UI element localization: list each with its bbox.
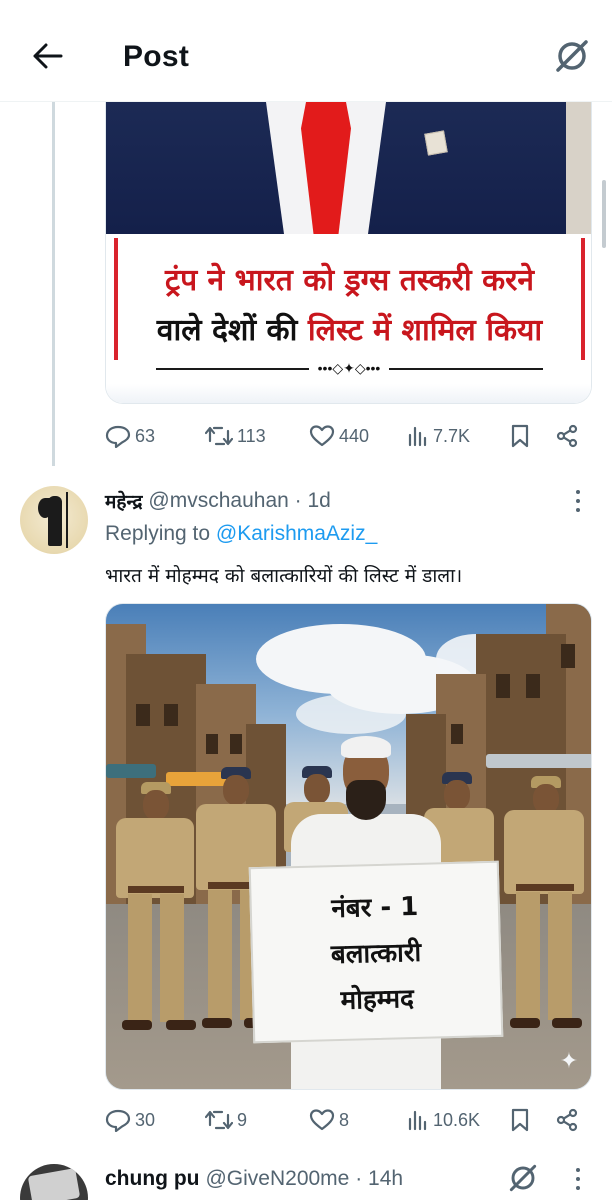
author-handle-time[interactable]: @mvschauhan · 1d xyxy=(148,489,330,513)
reply-button[interactable]: 63 xyxy=(105,424,155,448)
background-graphic xyxy=(566,102,591,234)
banner-swoosh xyxy=(106,384,591,403)
author-name[interactable]: महेन्द्र xyxy=(105,488,142,514)
repost-icon xyxy=(205,1110,233,1130)
post-image[interactable]: ट्रंप ने भारत को ड्रग्स तस्करी करने वाले… xyxy=(105,102,592,404)
views-count: 10.6K xyxy=(433,1109,481,1130)
avatar-image xyxy=(27,1168,81,1200)
share-icon xyxy=(556,1108,578,1132)
placard: नंबर - 1 बलात्कारी मोहम्मद xyxy=(248,860,504,1044)
bookmark-icon xyxy=(511,1108,529,1132)
repost-count: 113 xyxy=(237,425,266,446)
reply-icon xyxy=(105,1109,131,1132)
share-button[interactable] xyxy=(555,424,579,448)
share-icon xyxy=(556,424,578,448)
like-count: 440 xyxy=(339,425,370,446)
like-button[interactable]: 8 xyxy=(309,1108,349,1132)
more-options-button[interactable] xyxy=(566,1166,590,1192)
views-button[interactable]: 10.6K xyxy=(407,1109,480,1131)
headline-line-2-red: लिस्ट में शामिल किया xyxy=(307,313,543,348)
like-count: 8 xyxy=(339,1109,350,1130)
avatar[interactable] xyxy=(20,486,88,554)
reply-count: 63 xyxy=(135,425,156,446)
post-actions-bar: 30 9 8 10.6K xyxy=(105,1102,592,1138)
placard-line-3: मोहम्मद xyxy=(340,984,415,1016)
headline-banner: ट्रंप ने भारत को ड्रग्स तस्करी करने वाले… xyxy=(106,234,591,403)
sparkle-icon: ✦ xyxy=(559,1048,579,1073)
post-actions-bar: 63 113 440 7.7K xyxy=(105,418,592,454)
ornament-glyph: •••◇✦◇••• xyxy=(309,358,389,378)
repost-button[interactable]: 113 xyxy=(205,425,266,447)
trident-icon xyxy=(66,492,68,548)
author-handle-time[interactable]: @GiveN200me · 14h xyxy=(205,1167,403,1191)
thread-connector-line xyxy=(52,102,55,466)
views-icon xyxy=(408,426,427,447)
replying-to-mention[interactable]: @KarishmaAziz_ xyxy=(216,522,377,545)
avatar[interactable] xyxy=(20,1164,88,1200)
placard-line-2: बलात्कारी xyxy=(330,937,422,971)
repost-icon xyxy=(205,426,233,446)
reply-count: 30 xyxy=(135,1109,156,1130)
author-name[interactable]: chung pu xyxy=(105,1167,199,1191)
replying-to-line: Replying to @KarishmaAziz_ xyxy=(105,522,377,546)
arrow-left-icon xyxy=(33,43,63,69)
heart-icon xyxy=(309,1109,335,1131)
man-beard xyxy=(346,780,386,820)
post-header: महेन्द्र @mvschauhan · 1d xyxy=(105,486,331,516)
post-text: भारत में मोहम्मद को बलात्कारियों की लिस्… xyxy=(105,565,463,587)
man-cap xyxy=(341,736,391,758)
post-header: chung pu @GiveN200me · 14h xyxy=(105,1164,403,1194)
headline-line-2-black: वाले देशों की xyxy=(156,313,308,348)
bookmark-icon xyxy=(511,424,529,448)
like-button[interactable]: 440 xyxy=(309,424,369,448)
grok-button[interactable] xyxy=(552,36,592,76)
bookmark-button[interactable] xyxy=(510,424,530,448)
scroll-indicator[interactable] xyxy=(602,180,606,248)
top-app-bar: Post xyxy=(0,0,612,102)
grok-icon xyxy=(509,1164,537,1192)
reply-button[interactable]: 30 xyxy=(105,1108,155,1132)
headline-line-1: ट्रंप ने भारत को ड्रग्स तस्करी करने xyxy=(164,263,535,298)
headline-line-2: वाले देशों की लिस्ट में शामिल किया xyxy=(106,308,591,349)
reply-icon xyxy=(105,425,131,448)
more-options-button[interactable] xyxy=(566,488,590,514)
heart-icon xyxy=(309,425,335,447)
views-button[interactable]: 7.7K xyxy=(407,425,470,447)
replying-prefix: Replying to xyxy=(105,522,216,545)
views-icon xyxy=(408,1110,427,1131)
flag-pin-graphic xyxy=(424,130,448,156)
share-button[interactable] xyxy=(555,1108,579,1132)
repost-count: 9 xyxy=(237,1109,248,1130)
page-title: Post xyxy=(123,40,190,73)
views-count: 7.7K xyxy=(433,425,471,446)
post-image[interactable]: नंबर - 1 बलात्कारी मोहम्मद ✦ xyxy=(105,603,592,1090)
grok-button[interactable] xyxy=(508,1163,538,1193)
avatar-figure xyxy=(48,496,62,546)
placard-line-1: नंबर - 1 xyxy=(331,891,419,925)
bookmark-button[interactable] xyxy=(510,1108,530,1132)
repost-button[interactable]: 9 xyxy=(205,1109,247,1131)
grok-icon xyxy=(556,40,588,72)
back-button[interactable] xyxy=(30,38,66,74)
